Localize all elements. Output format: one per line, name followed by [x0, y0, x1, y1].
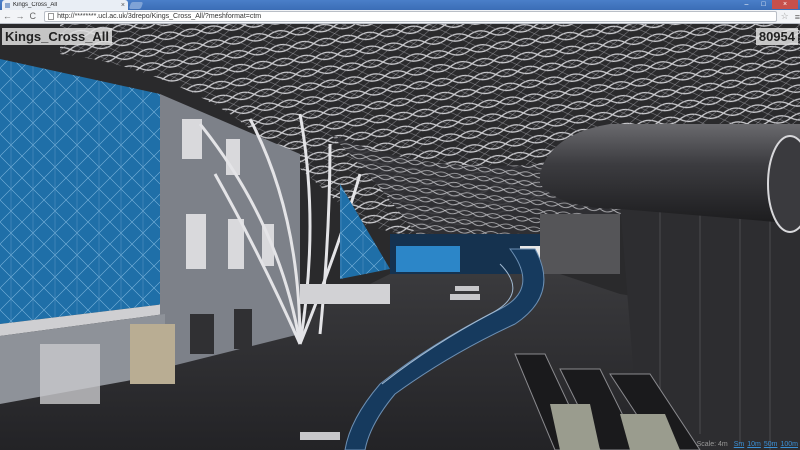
forward-button[interactable]: → [15, 11, 26, 22]
model-name-label: Kings_Cross_All [2, 28, 113, 45]
tab-close-icon[interactable]: × [118, 2, 128, 9]
close-window-button[interactable]: × [772, 0, 798, 9]
browser-titlebar: Kings_Cross_All × – □ × [0, 0, 800, 10]
tab-title: Kings_Cross_All [13, 2, 58, 8]
scale-option-sm[interactable]: Sm [734, 441, 745, 448]
minimize-button[interactable]: – [738, 0, 755, 9]
new-tab-button[interactable] [128, 2, 144, 9]
reload-button[interactable]: C [27, 11, 38, 22]
scale-legend: Scale: 4m Sm 10m 50m 100m [697, 441, 798, 448]
window-controls: – □ × [738, 0, 798, 9]
address-bar[interactable]: http://********.ucl.ac.uk/3drepo/Kings_C… [44, 11, 777, 22]
mezzanine-block [540, 214, 620, 274]
address-url: http://********.ucl.ac.uk/3drepo/Kings_C… [57, 13, 262, 20]
scale-label: Scale: 4m [696, 441, 728, 448]
ground-arcade [40, 344, 100, 404]
kings-cross-3d-scene[interactable] [0, 24, 800, 450]
scale-option-100m[interactable]: 100m [780, 441, 798, 448]
scale-option-50m[interactable]: 50m [764, 441, 778, 448]
blue-glass-facade [0, 59, 165, 324]
back-button[interactable]: ← [2, 11, 13, 22]
browser-menu-icon[interactable]: ≡ [795, 12, 800, 22]
stone-plinth [130, 324, 175, 384]
3d-viewport[interactable]: Kings_Cross_All 80954 Scale: 4m Sm 10m 5… [0, 24, 800, 450]
page-favicon-icon [5, 2, 10, 8]
browser-tab[interactable]: Kings_Cross_All × [2, 0, 128, 10]
shopfront-strip [300, 284, 390, 304]
maximize-button[interactable]: □ [755, 0, 772, 9]
page-icon [48, 13, 55, 20]
scale-option-10m[interactable]: 10m [747, 441, 761, 448]
browser-toolbar: ← → C http://********.ucl.ac.uk/3drepo/K… [0, 10, 800, 24]
bookmark-star-icon[interactable]: ☆ [781, 11, 789, 22]
stats-counter: 80954 [755, 28, 798, 45]
far-end-blue-screen [396, 246, 460, 272]
